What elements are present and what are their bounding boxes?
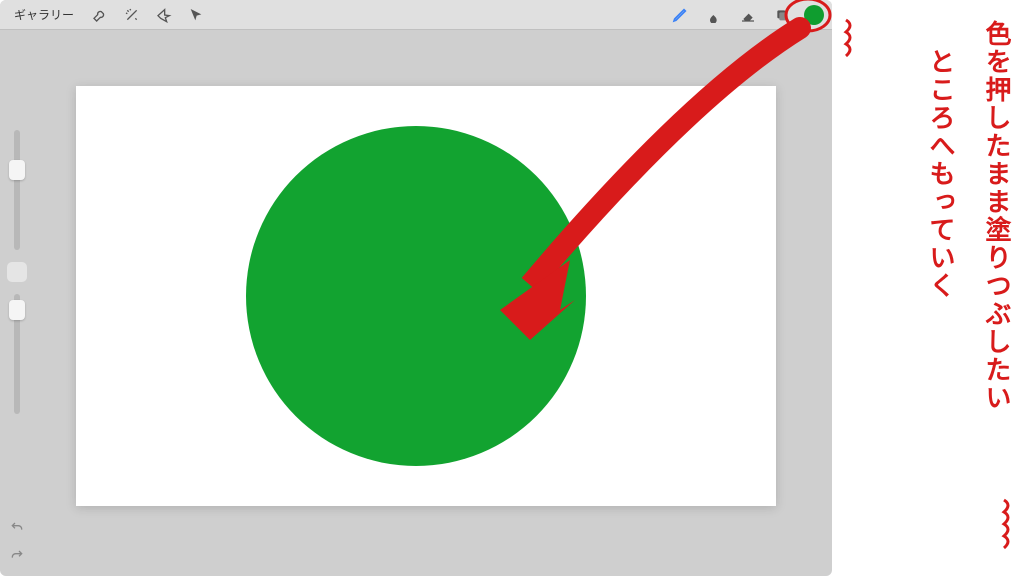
brush-size-thumb[interactable] [9,160,25,180]
opacity-thumb[interactable] [9,300,25,320]
eraser-icon[interactable] [736,3,760,27]
bracket-squiggle-top [846,20,850,56]
toolbar-right [668,3,824,27]
redo-icon[interactable] [6,544,28,566]
annotation-text-line2: ところへもっていく [923,48,960,300]
selection-icon[interactable] [152,3,176,27]
opacity-slider[interactable] [14,294,20,414]
smudge-icon[interactable] [702,3,726,27]
annotation-text-line1: 色を押したまま塗りつぶしたい [979,20,1016,412]
toolbar: ギャラリー [0,0,832,30]
canvas-circle-shape [246,126,586,466]
app-window: ギャラリー [0,0,832,576]
wand-icon[interactable] [120,3,144,27]
cursor-icon[interactable] [184,3,208,27]
bracket-squiggle-bottom [1004,500,1008,548]
modifier-button[interactable] [7,262,27,282]
gallery-button[interactable]: ギャラリー [8,4,80,25]
undo-redo-group [6,516,28,566]
brush-size-slider[interactable] [14,130,20,250]
undo-icon[interactable] [6,516,28,538]
pencil-icon[interactable] [668,3,692,27]
layers-icon[interactable] [770,3,794,27]
color-swatch[interactable] [804,5,824,25]
left-sidebar [6,130,28,414]
wrench-icon[interactable] [88,3,112,27]
toolbar-left: ギャラリー [8,3,208,27]
canvas[interactable] [76,86,776,506]
